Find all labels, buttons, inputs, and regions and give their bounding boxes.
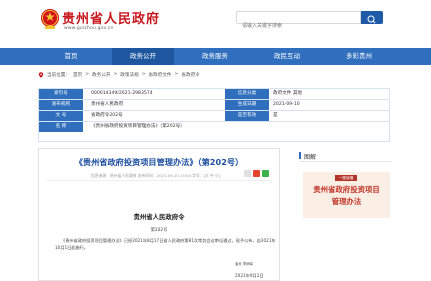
site-header: 贵州省人民政府 www.guizhou.gov.cn <box>0 0 431 48</box>
meta-index-value: 000014349/2021-2983574 <box>91 91 153 96</box>
search-input[interactable] <box>237 20 360 32</box>
meta-row: 发布机构 贵州省人民政府 生成日期 2021-09-10 <box>39 100 389 111</box>
meta-docno-label: 文 号 <box>39 111 83 121</box>
sidebar-accent-bar <box>299 152 301 159</box>
meta-name-value: 《贵州省政府投资项目管理办法》（第202号） <box>91 124 185 129</box>
illustration-tag: 一图读懂 <box>335 175 357 181</box>
meta-docno-value: 省政府令202号 <box>91 113 123 118</box>
search-button[interactable] <box>361 11 383 24</box>
meta-issuer-label: 发布机构 <box>39 100 83 110</box>
article-date: 2021年9月2日 <box>235 273 264 278</box>
main-nav: 首页 政务公开 政务服务 政民互动 多彩贵州 <box>0 48 431 65</box>
breadcrumb: 当前位置： 首页 > 政务公开 > 政策法规 > 省政府文件 > 省政府令 <box>38 70 200 79</box>
article-org: 贵州省人民政府令 <box>133 213 185 221</box>
location-pin-icon <box>38 71 44 78</box>
illustration-title-line2: 管理办法 <box>331 197 362 206</box>
article-signer: 省长 李炳军 <box>235 262 254 266</box>
nav-item-gov-services[interactable]: 政务服务 <box>184 48 246 65</box>
meta-name-label: 名 称 <box>39 122 83 132</box>
nav-item-home[interactable]: 首页 <box>40 48 102 65</box>
nav-item-interaction[interactable]: 政民互动 <box>256 48 318 65</box>
illustration-banner[interactable]: 一图读懂 贵州省政府投资项目 管理办法 <box>303 172 390 218</box>
meta-valid-value: 是 <box>273 113 278 118</box>
breadcrumb-separator: > <box>174 72 179 77</box>
meta-category-label: 信息分类 <box>225 89 269 99</box>
nav-item-gov-affairs[interactable]: 政务公开 <box>112 48 174 65</box>
breadcrumb-separator: > <box>113 72 118 77</box>
meta-date-value: 2021-09-10 <box>273 102 300 107</box>
weibo-share-icon[interactable] <box>253 170 260 177</box>
illustration-title-line1: 贵州省政府投资项目 <box>313 185 380 194</box>
search-icon <box>367 15 376 24</box>
nav-item-colorful-guizhou[interactable]: 多彩贵州 <box>328 48 390 65</box>
print-icon[interactable] <box>244 170 251 177</box>
breadcrumb-home[interactable]: 首页 <box>73 72 82 78</box>
meta-issuer-value: 贵州省人民政府 <box>91 102 124 107</box>
article-paragraph: 10月1日起施行。 <box>55 245 89 250</box>
breadcrumb-gov-affairs[interactable]: 政务公开 <box>92 72 110 78</box>
meta-row: 索引号 000014349/2021-2983574 信息分类 政府文件 其他 <box>39 89 389 100</box>
breadcrumb-province-docs[interactable]: 省政府文件 <box>149 72 172 78</box>
document-meta-table: 索引号 000014349/2021-2983574 信息分类 政府文件 其他 … <box>38 88 390 142</box>
article-title: 《贵州省政府投资项目管理办法》（第202号） <box>74 157 244 167</box>
breadcrumb-separator: > <box>85 72 90 77</box>
wechat-share-icon[interactable] <box>262 170 269 177</box>
breadcrumb-separator: > <box>141 72 146 77</box>
breadcrumb-prefix: 当前位置： <box>47 72 70 78</box>
meta-valid-label: 是否有效 <box>225 111 269 121</box>
site-title[interactable]: 贵州省人民政府 <box>62 8 160 27</box>
breadcrumb-province-orders[interactable]: 省政府令 <box>181 72 199 78</box>
meta-date-label: 生成日期 <box>225 100 269 110</box>
article-info: 信息来源：贵州省人民政府 发布时间：2021-09-10 15:04 字号：[大… <box>91 173 221 178</box>
search-box <box>236 11 361 32</box>
site-url: www.guizhou.gov.cn <box>64 26 114 31</box>
article-paragraph: 《贵州省政府投资项目管理办法》已经2021年8月17日省人民政府第81次常务会议… <box>61 238 276 243</box>
meta-index-label: 索引号 <box>39 89 83 99</box>
divider <box>47 180 273 181</box>
breadcrumb-policies[interactable]: 政策法规 <box>120 72 138 78</box>
article-panel: 《贵州省政府投资项目管理办法》（第202号） 信息来源：贵州省人民政府 发布时间… <box>38 148 280 281</box>
sidebar-title: 图解 <box>304 154 317 161</box>
meta-row: 文 号 省政府令202号 是否有效 是 <box>39 111 389 122</box>
meta-row: 名 称 《贵州省政府投资项目管理办法》（第202号） <box>39 122 389 133</box>
national-emblem-icon <box>41 9 59 29</box>
sidebar-header: 图解 <box>299 150 391 162</box>
meta-category-value: 政府文件 其他 <box>273 91 303 96</box>
article-order-number: 第202号 <box>150 228 168 233</box>
